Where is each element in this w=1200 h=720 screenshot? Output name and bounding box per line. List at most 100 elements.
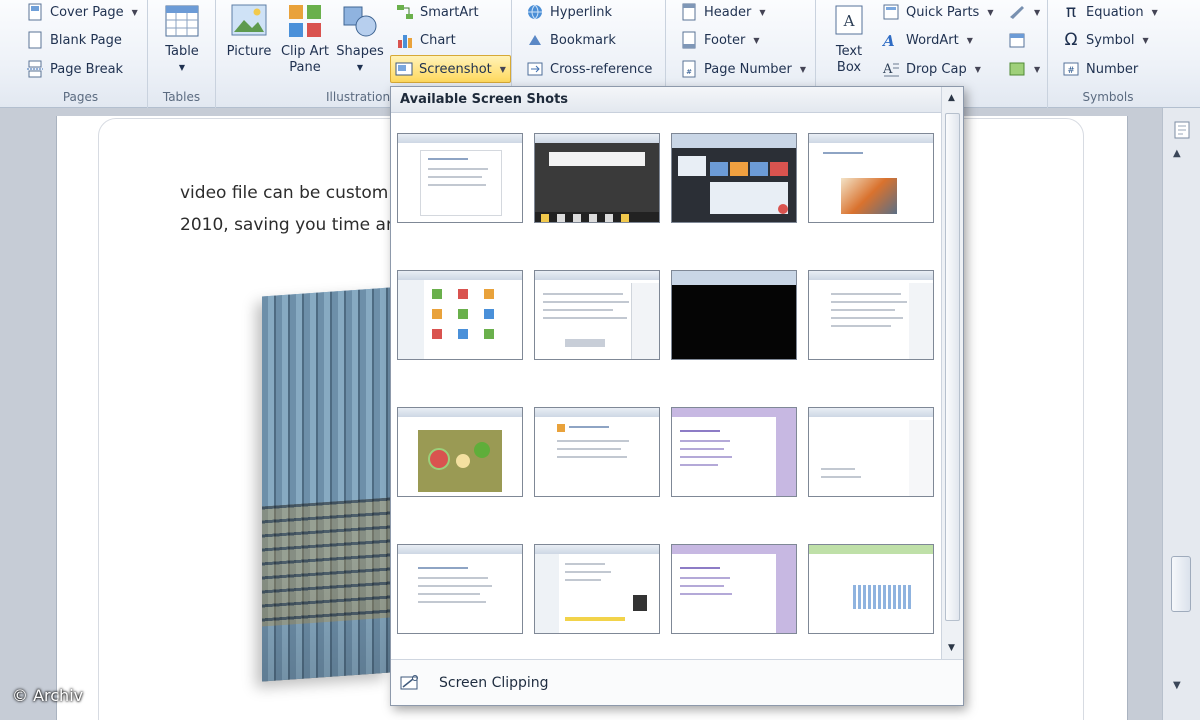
scroll-up-arrow-icon[interactable]: ▲ <box>1173 148 1181 159</box>
bookmark-icon <box>529 35 541 45</box>
clip-art-button[interactable]: Clip Art Pane <box>278 2 332 76</box>
chevron-down-icon: ▼ <box>759 7 766 17</box>
tables-group-label: Tables <box>162 90 201 104</box>
footer-icon <box>682 31 696 49</box>
chevron-down-icon: ▼ <box>1034 7 1041 17</box>
document-scrollbar[interactable]: ▲ ▼ <box>1162 108 1200 720</box>
date-time-button[interactable] <box>1004 28 1030 52</box>
screenshot-thumbnail[interactable] <box>671 133 797 223</box>
equation-button[interactable]: π Equation ▼ <box>1058 0 1162 24</box>
quick-parts-button[interactable]: Quick Parts ▼ <box>878 0 997 24</box>
bookmark-button[interactable]: Bookmark <box>522 28 620 52</box>
blank-page-icon <box>28 31 42 49</box>
screenshot-thumbnail[interactable] <box>534 407 660 497</box>
svg-text:#: # <box>1067 66 1075 76</box>
hyperlink-button[interactable]: Hyperlink <box>522 0 616 24</box>
number-icon: # <box>1063 62 1079 76</box>
gallery-scroll-thumb[interactable] <box>945 113 960 621</box>
ruler-toggle-icon[interactable] <box>1172 120 1192 140</box>
chevron-down-icon: ▼ <box>178 63 186 72</box>
screenshot-icon <box>395 62 413 76</box>
wordart-icon: A <box>882 32 897 49</box>
smartart-icon <box>397 5 413 19</box>
scroll-up-arrow-icon[interactable]: ▲ <box>948 93 955 103</box>
wordart-button[interactable]: A WordArt ▼ <box>878 28 977 52</box>
chevron-down-icon: ▼ <box>1151 7 1158 17</box>
gallery-title: Available Screen Shots <box>391 87 963 113</box>
scroll-down-arrow-icon[interactable]: ▼ <box>948 643 955 653</box>
table-icon <box>165 5 199 37</box>
object-icon <box>1009 62 1025 76</box>
symbols-group-label: Symbols <box>1082 90 1134 104</box>
cross-reference-button[interactable]: Cross-reference <box>522 57 656 81</box>
header-icon <box>682 3 696 21</box>
symbols-group: π Equation ▼ Ω Symbol ▼ # Number Symbols <box>1048 0 1168 108</box>
chevron-down-icon: ▼ <box>753 35 760 45</box>
symbol-button[interactable]: Ω Symbol ▼ <box>1058 28 1153 52</box>
gallery-footer: Screen Clipping <box>391 659 963 705</box>
blank-page-button[interactable]: Blank Page <box>22 28 126 52</box>
chart-button[interactable]: Chart <box>392 28 460 52</box>
smartart-button[interactable]: SmartArt <box>392 0 483 24</box>
chevron-down-icon: ▼ <box>1142 35 1149 45</box>
screenshot-thumbnail[interactable] <box>808 133 934 223</box>
shapes-button[interactable]: Shapes ▼ <box>334 2 386 76</box>
screenshot-button[interactable]: Screenshot ▼ <box>390 55 511 83</box>
date-time-icon <box>1009 33 1025 48</box>
picture-icon <box>231 4 267 36</box>
table-button[interactable]: Table ▼ <box>158 2 206 76</box>
chevron-down-icon: ▼ <box>966 35 973 45</box>
screenshot-thumbnail[interactable] <box>808 270 934 360</box>
screenshot-thumbnail[interactable] <box>671 270 797 360</box>
page-number-button[interactable]: # Page Number ▼ <box>676 57 810 81</box>
svg-text:A: A <box>882 32 897 49</box>
screen-clipping-icon <box>400 675 418 690</box>
screenshot-thumbnail[interactable] <box>671 407 797 497</box>
screenshot-thumbnail[interactable] <box>534 270 660 360</box>
chevron-down-icon: ▼ <box>974 64 981 74</box>
scroll-thumb[interactable] <box>1171 556 1191 612</box>
page-number-icon: # <box>682 60 696 78</box>
archive-watermark: © Archiv <box>12 686 84 705</box>
screen-clipping-button[interactable]: Screen Clipping <box>399 670 549 696</box>
header-button[interactable]: Header ▼ <box>676 0 770 24</box>
number-button[interactable]: # Number <box>1058 57 1142 81</box>
screenshot-thumbnail[interactable] <box>534 544 660 634</box>
gallery-scrollbar[interactable]: ▲ ▼ <box>941 87 963 659</box>
omega-icon: Ω <box>1064 30 1078 50</box>
chevron-down-icon: ▼ <box>987 7 994 17</box>
chevron-down-icon: ▼ <box>356 63 364 72</box>
screenshot-thumbnail[interactable] <box>808 544 934 634</box>
chevron-down-icon: ▼ <box>1034 64 1041 74</box>
page-break-icon <box>27 60 43 78</box>
screenshot-gallery: Available Screen Shots ▲ ▼ Screen Clippi… <box>390 86 964 706</box>
pages-group: Cover Page ▼ Blank Page Page Break Pages <box>14 0 148 108</box>
chevron-down-icon: ▼ <box>799 64 806 74</box>
shapes-icon <box>343 6 377 37</box>
footer-button[interactable]: Footer ▼ <box>676 28 764 52</box>
screenshot-thumbnail[interactable] <box>397 407 523 497</box>
chart-icon <box>398 35 412 48</box>
svg-text:A: A <box>882 62 893 77</box>
screenshot-thumbnail[interactable] <box>808 407 934 497</box>
screenshot-thumbnail[interactable] <box>397 544 523 634</box>
screenshot-thumbnail[interactable] <box>534 133 660 223</box>
page-break-button[interactable]: Page Break <box>22 57 127 81</box>
cover-page-icon <box>28 3 42 21</box>
pages-group-label: Pages <box>62 90 99 104</box>
scroll-down-arrow-icon[interactable]: ▼ <box>1173 680 1181 691</box>
object-button[interactable]: ▼ <box>1004 57 1044 81</box>
pi-icon: π <box>1065 2 1077 22</box>
screenshot-thumbnail[interactable] <box>671 544 797 634</box>
drop-cap-button[interactable]: A Drop Cap ▼ <box>878 57 985 81</box>
text-box-icon: A <box>835 5 863 35</box>
cover-page-button[interactable]: Cover Page ▼ <box>22 0 142 24</box>
screenshot-thumbnail[interactable] <box>397 270 523 360</box>
building-photo[interactable] <box>262 287 390 682</box>
screen-clipping-label: Screen Clipping <box>439 675 549 691</box>
text-box-button[interactable]: A Text Box <box>826 2 872 76</box>
screenshot-thumbnail[interactable] <box>397 133 523 223</box>
signature-line-button[interactable]: ▼ <box>1004 0 1044 24</box>
svg-text:#: # <box>686 68 692 76</box>
picture-button[interactable]: Picture <box>224 2 274 60</box>
